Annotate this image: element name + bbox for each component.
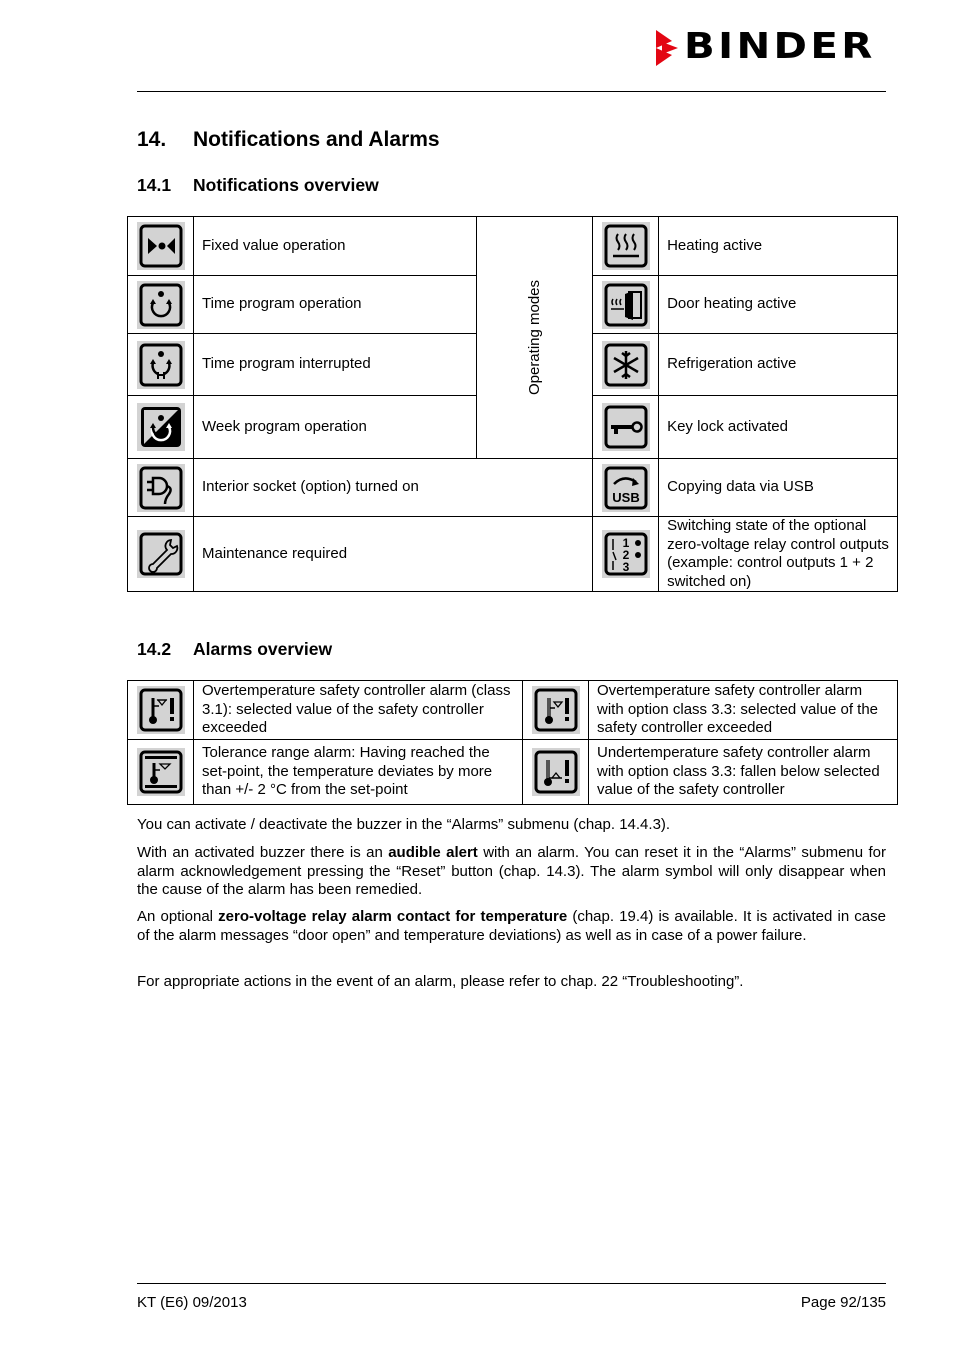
header-divider <box>137 91 886 92</box>
wrench-icon <box>136 530 185 578</box>
notification-label: Interior socket (option) turned on <box>192 458 594 517</box>
table-row: Maintenance required 123 Switching state… <box>127 516 898 592</box>
notification-label: Time program operation <box>193 275 477 334</box>
table-row: Tolerance range alarm: Having reached th… <box>127 739 898 805</box>
door-heating-icon <box>601 280 650 329</box>
paragraph-audible-alert: With an activated buzzer there is an aud… <box>137 844 887 898</box>
heating-icon <box>601 222 650 270</box>
notification-label: Switching state of the optional zero-vol… <box>658 516 898 592</box>
usb-icon: USB <box>601 463 650 512</box>
time-program-interrupted-icon <box>136 340 185 389</box>
section-title-alarms: 14.2 Alarms overview <box>137 639 333 659</box>
key-icon <box>601 403 650 451</box>
time-program-icon <box>136 280 185 329</box>
notification-label: Heating active <box>658 216 898 276</box>
notification-label: Week program operation <box>193 395 477 459</box>
section-title-notifications: 14.1 Notifications overview <box>137 175 379 195</box>
table-row: Fixed value operation Operating modes He… <box>127 216 898 459</box>
table-row: Overtemperature safety controller alarm … <box>127 680 898 740</box>
overtemp-alarm-icon <box>136 686 185 734</box>
svg-text:USB: USB <box>612 490 639 505</box>
notification-label: Key lock activated <box>658 395 898 459</box>
brand-name: BINDER <box>684 26 876 67</box>
snowflake-icon <box>601 340 650 389</box>
brand-triangles-icon <box>656 30 678 66</box>
chapter-title: 14. Notifications and Alarms <box>137 128 440 151</box>
tolerance-range-alarm-icon <box>136 748 185 796</box>
paragraph-relay-contact: An optional zero-voltage relay alarm con… <box>137 908 886 944</box>
notification-label: Refrigeration active <box>658 333 898 396</box>
paragraph-troubleshooting: For appropriate actions in the event of … <box>137 973 744 990</box>
binder-logo: BINDER <box>654 26 889 67</box>
notification-label: Door heating active <box>658 275 898 334</box>
week-program-icon <box>136 403 185 451</box>
notifications-table: Fixed value operation Operating modes He… <box>127 216 898 592</box>
notification-label: Time program interrupted <box>193 333 477 396</box>
footer-page-number: Page 92/135 <box>800 1294 886 1311</box>
undertemp-alarm-icon <box>531 748 580 796</box>
notification-label: Maintenance required <box>192 516 594 592</box>
table-row: Interior socket (option) turned on USB C… <box>127 458 898 517</box>
alarm-label: Overtemperature safety controller alarm … <box>588 680 898 740</box>
footer-divider <box>137 1283 886 1284</box>
notification-label: Fixed value operation <box>193 216 477 276</box>
footer-document-id: KT (E6) 09/2013 <box>137 1294 247 1311</box>
alarm-label: Tolerance range alarm: Having reached th… <box>193 739 523 805</box>
alarm-label: Overtemperature safety controller alarm … <box>193 680 523 740</box>
paragraph-buzzer: You can activate / deactivate the buzzer… <box>137 816 671 833</box>
fixed-value-icon <box>136 222 185 270</box>
alarms-table: Overtemperature safety controller alarm … <box>127 680 898 805</box>
alarm-label: Undertemperature safety controller alarm… <box>588 739 898 805</box>
relay-outputs-icon: 123 <box>601 530 650 578</box>
interior-socket-icon <box>136 463 185 512</box>
overtemp-class33-alarm-icon <box>531 686 580 734</box>
notification-label: Copying data via USB <box>658 458 898 517</box>
svg-text:3: 3 <box>622 560 629 574</box>
operating-modes-label: Operating modes <box>475 216 594 459</box>
